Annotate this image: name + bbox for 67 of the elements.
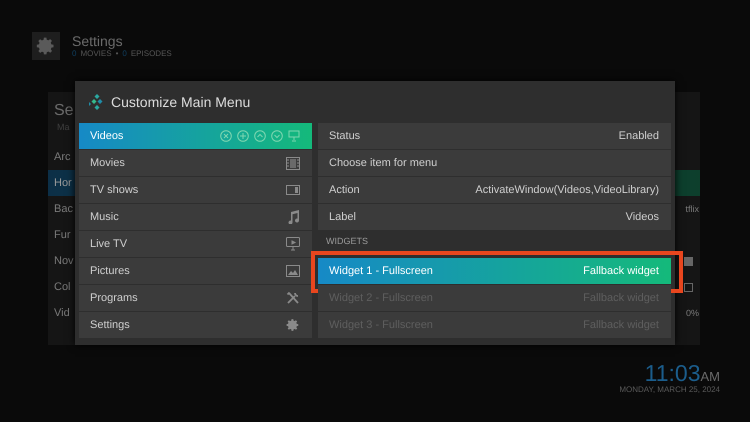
checkbox[interactable] bbox=[684, 256, 693, 266]
menu-item-label: TV shows bbox=[90, 184, 138, 196]
monitor-icon[interactable] bbox=[288, 130, 300, 142]
value-text: 0% bbox=[686, 308, 699, 318]
page-title: Settings bbox=[72, 33, 124, 49]
row-value: ActivateWindow(Videos,VideoLibrary) bbox=[475, 184, 659, 196]
separator-dot: • bbox=[116, 49, 118, 59]
menu-item-label: Live TV bbox=[90, 238, 128, 250]
tv-icon bbox=[286, 184, 300, 196]
row-value: Videos bbox=[626, 211, 659, 223]
list-item-label: Hor bbox=[53, 177, 73, 189]
count-value: 0 bbox=[122, 49, 127, 59]
clock-date: MONDAY, MARCH 25, 2024 bbox=[619, 385, 720, 395]
row-label: Status bbox=[329, 130, 360, 142]
list-item-label: Col bbox=[53, 281, 72, 293]
menu-item[interactable]: Pictures bbox=[79, 258, 312, 284]
list-item-label: Fur bbox=[53, 229, 72, 241]
row-value: Fallback widget bbox=[583, 265, 659, 277]
clock-time: 11:03 bbox=[644, 361, 700, 385]
setting-row[interactable]: Choose item for menu bbox=[318, 150, 671, 176]
move-down-icon[interactable] bbox=[271, 130, 283, 142]
count-label: MOVIES bbox=[80, 49, 112, 59]
menu-item[interactable]: Movies bbox=[79, 150, 312, 176]
setting-row[interactable]: Status Enabled bbox=[318, 123, 671, 149]
widget-row[interactable]: Widget 1 - Fullscreen Fallback widget bbox=[318, 258, 671, 284]
remove-icon[interactable] bbox=[220, 130, 232, 142]
move-up-icon[interactable] bbox=[254, 130, 266, 142]
tools-icon bbox=[286, 291, 300, 305]
row-label: Action bbox=[329, 184, 360, 196]
count-value: 0 bbox=[72, 49, 76, 59]
menu-item[interactable]: Programs bbox=[79, 285, 312, 311]
menu-item-label: Programs bbox=[90, 292, 138, 304]
section-heading: WIDGETS bbox=[326, 236, 368, 246]
dialog-title: Customize Main Menu bbox=[111, 94, 250, 110]
menu-item[interactable]: Videos bbox=[79, 123, 312, 149]
clock-ampm: AM bbox=[700, 369, 720, 384]
film-icon bbox=[286, 156, 300, 170]
menu-item[interactable]: Music bbox=[79, 204, 312, 230]
gear-icon bbox=[286, 318, 300, 332]
setting-row[interactable]: Action ActivateWindow(Videos,VideoLibrary) bbox=[318, 177, 671, 203]
logo-icon bbox=[89, 94, 105, 110]
row-label: Widget 1 - Fullscreen bbox=[329, 265, 433, 277]
checkbox[interactable] bbox=[684, 282, 693, 292]
value-text: tflix bbox=[686, 204, 699, 214]
row-label: Label bbox=[329, 211, 356, 223]
menu-item-label: Settings bbox=[90, 319, 130, 331]
count-label: EPISODES bbox=[130, 49, 172, 59]
menu-item[interactable]: TV shows bbox=[79, 177, 312, 203]
menu-item-label: Music bbox=[90, 211, 119, 223]
monitor-icon bbox=[286, 237, 300, 251]
row-label: Choose item for menu bbox=[329, 157, 438, 169]
menu-item-label: Movies bbox=[90, 157, 125, 169]
add-icon[interactable] bbox=[237, 130, 249, 142]
menu-item[interactable]: Live TV bbox=[79, 231, 312, 257]
list-item-label: Bac bbox=[53, 203, 74, 215]
menu-item[interactable]: Settings bbox=[79, 312, 312, 338]
list-item-label: Arc bbox=[53, 151, 72, 163]
menu-item-label: Pictures bbox=[90, 265, 130, 277]
list-item-label: Vid bbox=[53, 307, 71, 319]
picture-icon bbox=[286, 265, 300, 277]
music-note-icon bbox=[287, 210, 300, 224]
row-value: Enabled bbox=[618, 130, 659, 142]
menu-item-label: Videos bbox=[90, 130, 124, 142]
setting-row[interactable]: Label Videos bbox=[318, 204, 671, 230]
gear-icon bbox=[36, 36, 56, 56]
list-item-label: Nov bbox=[53, 255, 75, 267]
panel-title: Se bbox=[53, 101, 74, 121]
